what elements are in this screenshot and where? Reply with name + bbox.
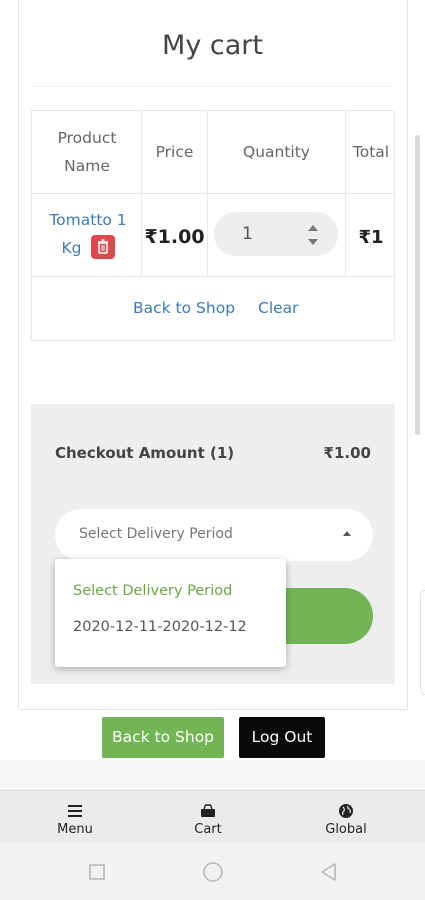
offscreen-card-edge [420, 590, 425, 695]
nav-item-cart[interactable]: Cart [158, 791, 258, 843]
delivery-period-dropdown: Select Delivery Period 2020-12-11-2020-1… [55, 559, 286, 667]
scrollbar[interactable] [415, 135, 420, 435]
delivery-period-select[interactable]: Select Delivery Period [55, 509, 373, 561]
page-title: My cart [162, 30, 263, 61]
nav-label: Menu [57, 822, 93, 837]
trash-icon [97, 238, 108, 254]
back-icon[interactable] [318, 861, 340, 883]
dropdown-option[interactable]: Select Delivery Period [73, 583, 232, 599]
header-total: Total [352, 143, 390, 161]
clear-link[interactable]: Clear [258, 299, 299, 317]
quantity-stepper[interactable]: 1 [214, 212, 338, 256]
dropdown-option[interactable]: 2020-12-11-2020-12-12 [73, 619, 247, 635]
delete-button[interactable] [90, 234, 115, 259]
row-total: ₹1 [358, 227, 384, 248]
checkout-amount: ₹1.00 [323, 444, 371, 462]
header-quantity: Quantity [243, 143, 310, 161]
table-row: Tomatto 1 Kg [40, 206, 136, 262]
recents-icon[interactable] [86, 861, 108, 883]
title-divider [32, 86, 392, 87]
bottom-nav: Menu Cart Global [0, 790, 425, 842]
nav-label: Global [325, 822, 367, 837]
nav-label: Cart [194, 822, 222, 837]
nav-item-global[interactable]: Global [296, 791, 396, 843]
header-price: Price [155, 143, 194, 161]
caret-up-icon [343, 531, 351, 536]
table-divider [32, 193, 394, 194]
nav-item-menu[interactable]: Menu [25, 791, 125, 843]
menu-icon [68, 805, 82, 817]
product-link[interactable]: Tomatto 1 Kg [49, 211, 126, 257]
quantity-value: 1 [242, 224, 253, 244]
cart-table: Product Name Price Quantity Total Tomatt… [31, 110, 395, 341]
back-to-shop-button[interactable]: Back to Shop [102, 717, 224, 758]
globe-icon [339, 804, 353, 818]
home-icon[interactable] [202, 861, 224, 883]
checkout-label: Checkout Amount (1) [55, 444, 235, 462]
back-to-shop-link[interactable]: Back to Shop [133, 299, 235, 317]
cart-icon [201, 804, 215, 817]
select-placeholder: Select Delivery Period [79, 526, 233, 542]
logout-button[interactable]: Log Out [239, 717, 325, 758]
spinner-arrows-icon[interactable] [306, 221, 320, 249]
system-nav-bar [0, 842, 425, 900]
header-product: Product Name [57, 129, 117, 175]
table-divider [32, 276, 394, 277]
row-price: ₹1.00 [144, 226, 205, 248]
content-footer-strip [0, 760, 425, 790]
